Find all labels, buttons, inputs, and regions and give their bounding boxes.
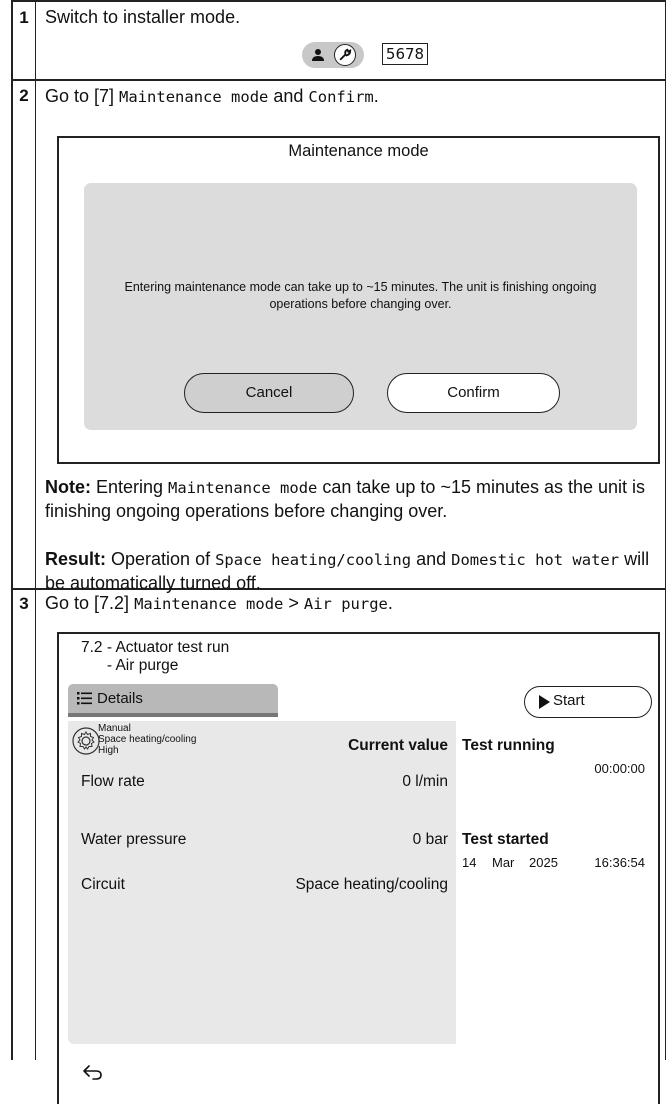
started-month: Mar (492, 855, 515, 870)
play-icon (539, 695, 550, 709)
current-value-header: Current value (348, 737, 448, 754)
dialog-message: Entering maintenance mode can take up to… (124, 280, 597, 311)
details-button[interactable]: Details (68, 684, 278, 717)
step-number: 2 (19, 86, 29, 105)
started-year: 2025 (529, 855, 558, 870)
row-label-circuit: Circuit (81, 876, 125, 893)
started-day: 14 (462, 855, 477, 870)
start-label: Start (553, 692, 585, 709)
confirm-button[interactable]: Confirm (387, 373, 560, 413)
step-number-column (13, 2, 36, 1060)
confirm-dialog: Entering maintenance mode can take up to… (84, 183, 637, 430)
test-started-label: Test started (462, 831, 549, 848)
step-text: Switch to installer mode. (45, 7, 241, 27)
elapsed-time: 00:00:00 (594, 761, 645, 776)
pin-code: 5678 (382, 43, 428, 65)
start-button[interactable]: Start (524, 686, 652, 718)
step-text: Go to [7.2] Maintenance mode > Air purge… (45, 593, 393, 613)
person-icon (312, 49, 324, 61)
row-divider (13, 79, 665, 81)
step-number: 3 (19, 594, 29, 613)
result-paragraph: Result: Operation of Space heating/cooli… (45, 549, 650, 593)
gear-icon (72, 727, 100, 755)
row-label-water-pressure: Water pressure (81, 831, 187, 848)
action-code: Confirm (308, 88, 374, 106)
step-text: Go to [7] Maintenance mode and Confirm. (45, 86, 379, 106)
maintenance-mode-screen: Maintenance mode Entering maintenance mo… (57, 136, 660, 464)
list-icon (77, 692, 92, 705)
air-purge-screen: 7.2 - Actuator test run - Air purge Deta… (57, 632, 660, 1104)
status-panel: Manual Space heating/cooling High Curren… (68, 721, 653, 1044)
note-paragraph: Note: Entering Maintenance mode can take… (45, 477, 646, 521)
screen-title: Maintenance mode (288, 142, 429, 160)
cancel-button[interactable]: Cancel (184, 373, 354, 413)
started-time: 16:36:54 (594, 855, 645, 870)
row-value-circuit: Space heating/cooling (295, 876, 448, 893)
screen-title: 7.2 - Actuator test run - Air purge (81, 639, 230, 674)
row-label-flow-rate: Flow rate (81, 773, 145, 790)
test-status-pane: Test running 00:00:00 Test started 14 Ma… (456, 721, 653, 1044)
row-value-water-pressure: 0 bar (412, 831, 448, 848)
test-running-label: Test running (462, 737, 555, 754)
details-label: Details (97, 690, 143, 707)
step-number: 1 (19, 8, 29, 27)
back-icon[interactable] (81, 1064, 103, 1082)
menu-item-code: Maintenance mode (119, 88, 269, 106)
instruction-table: 1 Switch to installer mode. 5678 2 Go to… (11, 0, 666, 1104)
row-value-flow-rate: 0 l/min (402, 773, 448, 790)
wrench-icon (334, 44, 356, 66)
mode-info: Manual Space heating/cooling High (98, 723, 197, 756)
installer-mode-toggle (302, 42, 364, 68)
